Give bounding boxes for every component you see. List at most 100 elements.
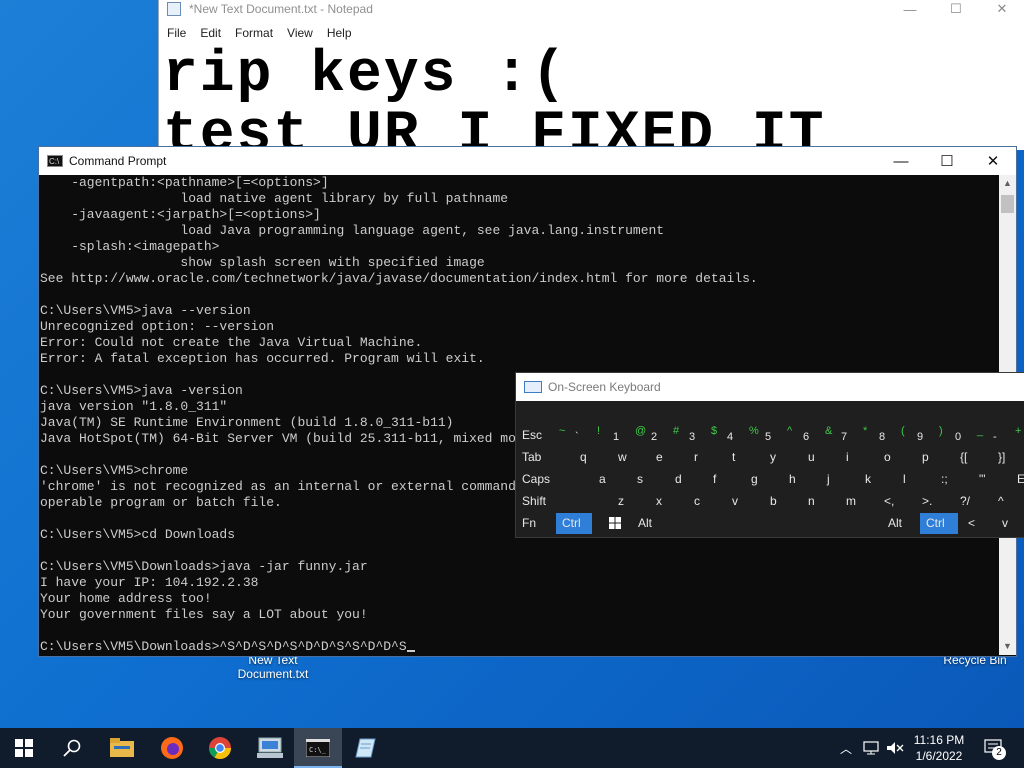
taskbar-firefox[interactable]	[148, 728, 196, 768]
osk-key[interactable]: n	[802, 491, 840, 512]
osk-key[interactable]: g	[745, 469, 783, 490]
osk-key[interactable]: & 7	[822, 425, 860, 446]
osk-key[interactable]: $4	[708, 425, 746, 446]
menu-edit[interactable]: Edit	[198, 24, 229, 42]
osk-key[interactable]: a	[593, 469, 631, 490]
taskbar-notepad[interactable]	[342, 728, 390, 768]
close-icon[interactable]: ✕	[970, 147, 1016, 175]
osk-key[interactable]: m	[840, 491, 878, 512]
clock[interactable]: 11:16 PM 1/6/2022	[908, 728, 970, 768]
osk-key[interactable]: Caps	[516, 469, 593, 490]
osk-key[interactable]: q	[574, 447, 612, 468]
scroll-thumb[interactable]	[1001, 195, 1014, 213]
osk-key[interactable]: +	[1012, 425, 1024, 446]
close-icon[interactable]: ✕	[979, 0, 1024, 18]
osk-key[interactable]: c	[688, 491, 726, 512]
osk-key[interactable]: i	[840, 447, 878, 468]
osk-key[interactable]: <	[962, 513, 996, 534]
scroll-up-icon[interactable]: ▲	[999, 175, 1016, 192]
osk-key[interactable]: E	[1011, 469, 1024, 490]
show-hidden-icons[interactable]: ︿	[836, 728, 856, 768]
minimize-icon[interactable]: —	[878, 147, 924, 175]
osk-key[interactable]: Alt	[632, 513, 672, 534]
action-center-button[interactable]: 2	[974, 728, 1014, 768]
osk-key[interactable]: Esc	[516, 425, 556, 446]
osk-key[interactable]: s	[631, 469, 669, 490]
menu-file[interactable]: File	[165, 24, 194, 42]
osk-key[interactable]: e	[650, 447, 688, 468]
osk-key[interactable]: ! 1	[594, 425, 632, 446]
osk-key[interactable]: Tab	[516, 447, 574, 468]
osk-key[interactable]: k	[859, 469, 897, 490]
osk-key[interactable]: j	[821, 469, 859, 490]
taskbar-file-explorer[interactable]	[98, 728, 146, 768]
osk-key-shift-label: )	[939, 425, 943, 437]
osk-key[interactable]: ) 0	[936, 425, 974, 446]
osk-key[interactable]: Ctrl	[556, 513, 592, 534]
cmd-titlebar[interactable]: C:\ Command Prompt — ☐ ✕	[39, 147, 1016, 175]
osk-key[interactable]: w	[612, 447, 650, 468]
osk-key[interactable]: b	[764, 491, 802, 512]
osk-key[interactable]: :;	[935, 469, 973, 490]
start-button[interactable]	[0, 728, 48, 768]
osk-titlebar[interactable]: On-Screen Keyboard	[516, 373, 1024, 401]
osk-key[interactable]: r	[688, 447, 726, 468]
osk-key[interactable]: y	[764, 447, 802, 468]
osk-key[interactable]: u	[802, 447, 840, 468]
osk-key[interactable]: v	[996, 513, 1024, 534]
on-screen-keyboard-window[interactable]: On-Screen Keyboard Esc ~ `! 1 @2 #3 $4% 5 ^ 6 & 7 * 8…	[515, 372, 1024, 538]
osk-key[interactable]: _ -	[974, 425, 1012, 446]
osk-key[interactable]: t	[726, 447, 764, 468]
minimize-icon[interactable]: —	[887, 0, 933, 18]
osk-key[interactable]: #3	[670, 425, 708, 446]
osk-key[interactable]: {[	[954, 447, 992, 468]
search-button[interactable]	[48, 728, 96, 768]
osk-key[interactable]: h	[783, 469, 821, 490]
osk-key[interactable]: Alt	[882, 513, 920, 534]
osk-key[interactable]: >.	[916, 491, 954, 512]
osk-key[interactable]: ?/	[954, 491, 992, 512]
osk-key[interactable]: Shift	[516, 491, 612, 512]
osk-key-label: c	[694, 494, 700, 508]
osk-key-shift-label: #	[673, 425, 680, 437]
osk-key[interactable]: f	[707, 469, 745, 490]
osk-key[interactable]: x	[650, 491, 688, 512]
maximize-icon[interactable]: ☐	[924, 147, 970, 175]
osk-key[interactable]: "'	[973, 469, 1011, 490]
osk-key[interactable]	[596, 513, 632, 534]
osk-key[interactable]	[672, 513, 882, 534]
menu-format[interactable]: Format	[233, 24, 281, 42]
osk-key-label: x	[656, 494, 662, 508]
osk-key[interactable]: @2	[632, 425, 670, 446]
osk-key[interactable]: v	[726, 491, 764, 512]
scroll-down-icon[interactable]: ▼	[999, 638, 1016, 655]
osk-key[interactable]: d	[669, 469, 707, 490]
taskbar-control-panel[interactable]	[246, 728, 294, 768]
osk-key[interactable]: ~ `	[556, 425, 594, 446]
notepad-window[interactable]: *New Text Document.txt - Notepad — ☐ ✕ F…	[158, 0, 1024, 166]
osk-key[interactable]: l	[897, 469, 935, 490]
osk-key[interactable]: Ctrl	[920, 513, 958, 534]
osk-key[interactable]: ^ 6	[784, 425, 822, 446]
osk-key[interactable]: ^	[992, 491, 1024, 512]
menu-view[interactable]: View	[285, 24, 321, 42]
osk-key[interactable]: p	[916, 447, 954, 468]
network-status[interactable]	[860, 728, 882, 768]
osk-key[interactable]: % 5	[746, 425, 784, 446]
taskbar-chrome[interactable]	[196, 728, 244, 768]
osk-key[interactable]: Fn	[516, 513, 556, 534]
osk-key[interactable]: <,	[878, 491, 916, 512]
osk-key[interactable]: o	[878, 447, 916, 468]
maximize-icon[interactable]: ☐	[933, 0, 979, 18]
osk-key-label: :;	[941, 472, 948, 486]
taskbar-command-prompt[interactable]: C:\_	[294, 728, 342, 768]
volume-status[interactable]	[884, 728, 906, 768]
osk-key[interactable]: z	[612, 491, 650, 512]
command-prompt-icon: C:\_	[306, 739, 330, 757]
menu-help[interactable]: Help	[325, 24, 360, 42]
osk-key[interactable]: (9	[898, 425, 936, 446]
desktop-file-icon[interactable]: New Text Document.txt	[228, 653, 318, 681]
osk-key[interactable]: * 8	[860, 425, 898, 446]
osk-key-label: m	[846, 494, 856, 508]
osk-key[interactable]: }]	[992, 447, 1024, 468]
